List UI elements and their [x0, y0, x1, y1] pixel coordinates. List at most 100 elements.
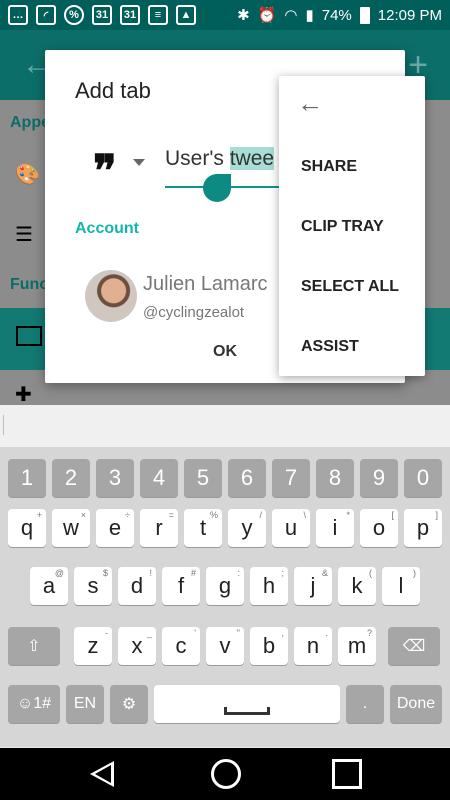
key-label: r	[155, 515, 163, 540]
settings-key[interactable]: ⚙	[110, 685, 148, 723]
key-v[interactable]: v "	[206, 627, 244, 665]
selection-handle[interactable]	[203, 174, 231, 202]
key-0[interactable]: 0	[404, 459, 442, 497]
status-bar: … ◜ % 31 31 ≡ ▲ ✱ ⏰ ◠ ▮ 74% 12:09 PM	[0, 0, 450, 30]
key-b[interactable]: b,	[250, 627, 288, 665]
key-h[interactable]: h;	[250, 567, 288, 605]
bluetooth-icon: ✱	[237, 7, 250, 24]
notification-icons: … ◜ % 31 31 ≡ ▲	[8, 5, 196, 25]
menu-item-assist[interactable]: ASSIST	[301, 338, 359, 356]
done-key[interactable]: Done	[390, 685, 442, 723]
key-label: i	[332, 515, 338, 540]
key-secondary-label: %	[209, 510, 218, 520]
key-secondary-label: ,	[281, 628, 284, 638]
key-label: d	[130, 573, 144, 598]
key-label: t	[199, 515, 207, 540]
key-p[interactable]: p]	[404, 509, 442, 547]
tab-name-text: User's	[165, 147, 230, 170]
key-f[interactable]: f #	[162, 567, 200, 605]
puzzle-icon[interactable]: ✚	[15, 382, 41, 406]
key-z[interactable]: z-	[74, 627, 112, 665]
key-label: 6	[240, 465, 254, 490]
key-k[interactable]: k(	[338, 567, 376, 605]
key-l[interactable]: l)	[382, 567, 420, 605]
calendar-icon: 31	[120, 5, 140, 25]
list-icon[interactable]: ☰	[15, 222, 41, 246]
key-secondary-label: [	[391, 510, 394, 520]
back-arrow-icon[interactable]: ←	[297, 88, 323, 119]
tab-name-input[interactable]: User's twee	[165, 147, 275, 171]
language-key[interactable]: EN	[66, 685, 104, 723]
dropdown-caret-icon[interactable]	[133, 159, 145, 166]
key-a[interactable]: a @	[30, 567, 68, 605]
key-secondary-label: "	[236, 628, 240, 638]
key-secondary-label: ;	[281, 568, 284, 578]
key-q[interactable]: q +	[8, 509, 46, 547]
space-icon	[224, 707, 270, 715]
account-handle[interactable]: @cyclingzealot	[143, 304, 244, 321]
key-5[interactable]: 5	[184, 459, 222, 497]
key-t[interactable]: t%	[184, 509, 222, 547]
key-o[interactable]: o[	[360, 509, 398, 547]
key-i[interactable]: i *	[316, 509, 354, 547]
key-d[interactable]: d!	[118, 567, 156, 605]
nav-back-icon[interactable]	[90, 761, 114, 787]
nav-home-icon[interactable]	[211, 759, 241, 789]
key-c[interactable]: c '	[162, 627, 200, 665]
key-label: .	[362, 695, 368, 712]
key-label: m	[347, 633, 367, 658]
menu-item-share[interactable]: SHARE	[301, 158, 357, 176]
key-2[interactable]: 2	[52, 459, 90, 497]
ok-button[interactable]: OK	[205, 336, 245, 368]
key-label: 7	[284, 465, 298, 490]
key-label: 2	[64, 465, 78, 490]
cast-icon: ◜	[36, 5, 56, 25]
key-7[interactable]: 7	[272, 459, 310, 497]
menu-item-select-all[interactable]: SELECT ALL	[301, 278, 399, 296]
key-8[interactable]: 8	[316, 459, 354, 497]
key-label: y	[241, 515, 253, 540]
key-w[interactable]: w ×	[52, 509, 90, 547]
shift-key[interactable]: ⇧	[8, 627, 60, 665]
key-9[interactable]: 9	[360, 459, 398, 497]
key-label: q	[20, 515, 34, 540]
avatar[interactable]	[85, 270, 137, 322]
key-label: 3	[108, 465, 122, 490]
quote-icon[interactable]: ❞	[93, 150, 117, 194]
key-m[interactable]: m?	[338, 627, 376, 665]
key-label: w	[63, 515, 79, 540]
palette-icon[interactable]: 🎨	[15, 162, 41, 186]
key-secondary-label: ×	[80, 510, 86, 520]
account-name[interactable]: Julien Lamarc	[143, 273, 268, 296]
key-1[interactable]: 1	[8, 459, 46, 497]
key-6[interactable]: 6	[228, 459, 266, 497]
period-key[interactable]: .	[346, 685, 384, 723]
key-secondary-label: #	[190, 568, 196, 578]
key-s[interactable]: s $	[74, 567, 112, 605]
key-secondary-label: $	[102, 568, 108, 578]
key-e[interactable]: e ÷	[96, 509, 134, 547]
calendar-day: 31	[123, 9, 137, 21]
nav-recents-icon[interactable]	[332, 759, 362, 789]
key-3[interactable]: 3	[96, 459, 134, 497]
key-r[interactable]: r =	[140, 509, 178, 547]
key-u[interactable]: u \	[272, 509, 310, 547]
key-g[interactable]: g:	[206, 567, 244, 605]
key-x[interactable]: x _	[118, 627, 156, 665]
clock: 12:09 PM	[377, 6, 442, 24]
text-selection-menu: ← SHARE CLIP TRAY SELECT ALL ASSIST	[279, 76, 425, 376]
key-label: c	[175, 633, 187, 658]
key-y[interactable]: y /	[228, 509, 266, 547]
emoji-symbols-key[interactable]: ☺1#	[8, 685, 60, 723]
backspace-key[interactable]: ⌫	[388, 627, 440, 665]
menu-item-clip-tray[interactable]: CLIP TRAY	[301, 218, 384, 236]
key-label: h	[262, 573, 276, 598]
backspace-icon: ⌫	[402, 638, 426, 655]
key-label: j	[310, 573, 316, 598]
key-j[interactable]: j &	[294, 567, 332, 605]
key-n[interactable]: n.	[294, 627, 332, 665]
key-secondary-label: :	[237, 568, 240, 578]
space-key[interactable]	[154, 685, 340, 723]
keyboard: 1 2 3 4 5 6 7 8 9 0 q + w × e ÷ r = t% y / u \ i * o[p] a @ s $ d! f # g:…	[0, 447, 450, 747]
key-4[interactable]: 4	[140, 459, 178, 497]
